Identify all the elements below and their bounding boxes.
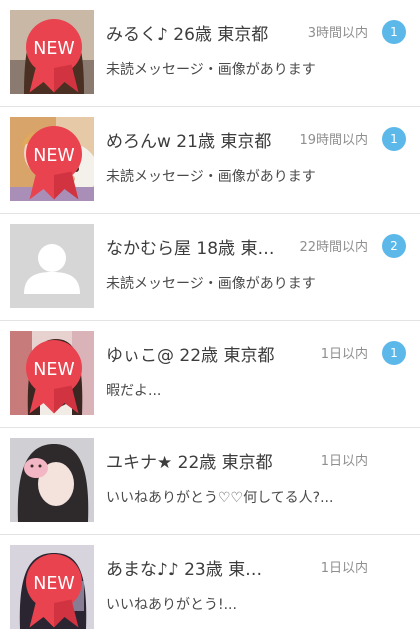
new-badge-text: NEW [33, 146, 74, 166]
message-preview: いいねありがとう♡♡何してる人?... [106, 490, 334, 506]
message-time: 1日以内 [320, 561, 368, 576]
new-ribbon-icon: NEW [26, 126, 82, 200]
contact-name: あまな♪♪ 23歳 東… [106, 560, 263, 580]
message-preview: 未読メッセージ・画像があります [106, 276, 316, 292]
message-preview: 暇だよ... [106, 383, 162, 399]
message-row[interactable]: なかむら屋 18歳 東… 22時間以内 2 未読メッセージ・画像があります [0, 214, 420, 321]
avatar[interactable] [10, 438, 94, 522]
unread-count-badge: 1 [382, 20, 406, 44]
message-row[interactable]: NEW ゆぃこ@ 22歳 東京都 1日以内 1 暇だよ... [0, 321, 420, 428]
new-ribbon-icon: NEW [26, 554, 82, 628]
message-preview: いいねありがとう!... [106, 597, 237, 613]
default-user-icon [10, 224, 94, 308]
message-time: 3時間以内 [307, 26, 368, 41]
unread-count-badge: 2 [382, 234, 406, 258]
message-time: 1日以内 [320, 454, 368, 469]
avatar[interactable] [10, 224, 94, 308]
avatar[interactable]: NEW [10, 331, 94, 415]
message-row[interactable]: NEW みるく♪ 26歳 東京都 3時間以内 1 未読メッセージ・画像があります [0, 0, 420, 107]
contact-name: ユキナ★ 22歳 東京都 [106, 453, 273, 473]
contact-name: みるく♪ 26歳 東京都 [106, 25, 269, 45]
new-badge-text: NEW [33, 360, 74, 380]
avatar[interactable]: NEW [10, 117, 94, 201]
unread-count-badge: 1 [382, 127, 406, 151]
avatar-photo [10, 438, 94, 522]
message-row[interactable]: NEW めろんw 21歳 東京都 19時間以内 1 未読メッセージ・画像がありま… [0, 107, 420, 214]
new-ribbon-icon: NEW [26, 340, 82, 414]
contact-name: ゆぃこ@ 22歳 東京都 [106, 346, 275, 366]
message-row[interactable]: ユキナ★ 22歳 東京都 1日以内 いいねありがとう♡♡何してる人?... [0, 428, 420, 535]
contact-name: なかむら屋 18歳 東… [106, 239, 275, 259]
message-time: 22時間以内 [299, 240, 368, 255]
new-badge-text: NEW [33, 574, 74, 594]
unread-count-badge: 1 [382, 341, 406, 365]
message-time: 19時間以内 [299, 133, 368, 148]
contact-name: めろんw 21歳 東京都 [106, 132, 272, 152]
new-badge-text: NEW [33, 39, 74, 59]
new-ribbon-icon: NEW [26, 19, 82, 93]
message-preview: 未読メッセージ・画像があります [106, 62, 316, 78]
message-time: 1日以内 [320, 347, 368, 362]
avatar[interactable]: NEW [10, 10, 94, 94]
message-preview: 未読メッセージ・画像があります [106, 169, 316, 185]
avatar[interactable]: NEW [10, 545, 94, 629]
message-list: NEW みるく♪ 26歳 東京都 3時間以内 1 未読メッセージ・画像があります [0, 0, 420, 629]
